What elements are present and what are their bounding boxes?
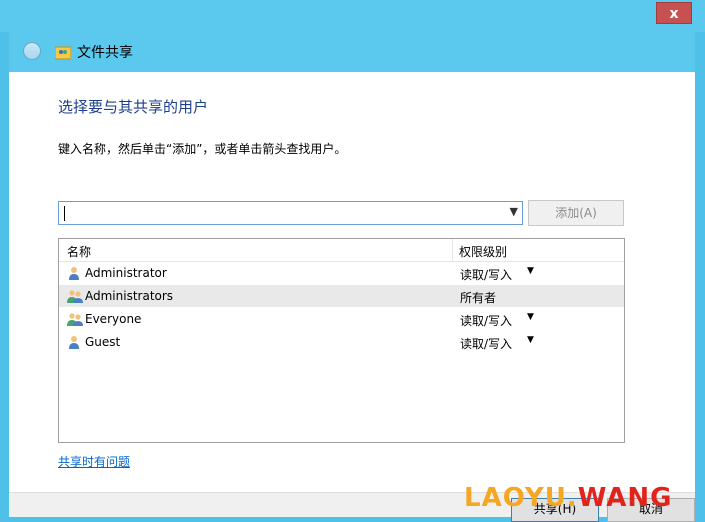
dialog-content: 选择要与其共享的用户 键入名称，然后单击“添加”，或者单击箭头查找用户。 ▼ 添… xyxy=(9,72,695,492)
group-icon xyxy=(66,311,84,327)
user-name: Guest xyxy=(85,335,121,349)
dialog-title: 文件共享 xyxy=(77,45,133,61)
add-button[interactable]: 添加(A) xyxy=(528,200,624,226)
chevron-down-icon[interactable]: ▼ xyxy=(510,205,518,218)
user-name: Administrator xyxy=(85,266,167,280)
text-caret xyxy=(64,206,65,221)
group-icon xyxy=(66,288,84,304)
list-row[interactable]: Administrator 读取/写入 ▼ xyxy=(59,262,624,284)
permission-level: 所有者 xyxy=(460,291,497,305)
permission-level[interactable]: 读取/写入 xyxy=(460,335,512,352)
user-name-combobox[interactable]: ▼ xyxy=(58,201,523,225)
permission-dropdown-icon[interactable]: ▼ xyxy=(527,335,534,345)
user-permission-list: 名称 权限级别 Administrator 读取/写入 ▼ Administrator… xyxy=(58,238,625,443)
column-header-name[interactable]: 名称 xyxy=(67,243,91,260)
window-title-bar: x xyxy=(0,0,705,32)
dialog-header: 文件共享 xyxy=(9,32,695,72)
sharing-help-link[interactable]: 共享时有问题 xyxy=(58,453,130,470)
permission-level[interactable]: 读取/写入 xyxy=(460,266,512,283)
watermark-logo: LAOYU.WANG xyxy=(464,483,673,513)
permission-dropdown-icon[interactable]: ▼ xyxy=(527,312,534,322)
page-heading: 选择要与其共享的用户 xyxy=(58,98,209,116)
list-row[interactable]: Administrators 所有者 xyxy=(59,285,624,307)
user-name: Administrators xyxy=(85,289,174,303)
file-share-icon xyxy=(55,46,71,60)
user-icon xyxy=(66,334,84,350)
list-row[interactable]: Everyone 读取/写入 ▼ xyxy=(59,308,624,330)
list-header: 名称 权限级别 xyxy=(59,239,624,262)
user-icon xyxy=(66,265,84,281)
list-row[interactable]: Guest 读取/写入 ▼ xyxy=(59,331,624,353)
permission-level[interactable]: 读取/写入 xyxy=(460,312,512,329)
permission-dropdown-icon[interactable]: ▼ xyxy=(527,266,534,276)
close-button[interactable]: x xyxy=(656,2,692,24)
back-button[interactable] xyxy=(23,42,41,60)
column-header-permission[interactable]: 权限级别 xyxy=(459,243,507,260)
user-name-input[interactable] xyxy=(61,204,505,222)
user-name: Everyone xyxy=(85,312,142,326)
instruction-text: 键入名称，然后单击“添加”，或者单击箭头查找用户。 xyxy=(58,142,347,156)
column-divider[interactable] xyxy=(452,239,453,261)
